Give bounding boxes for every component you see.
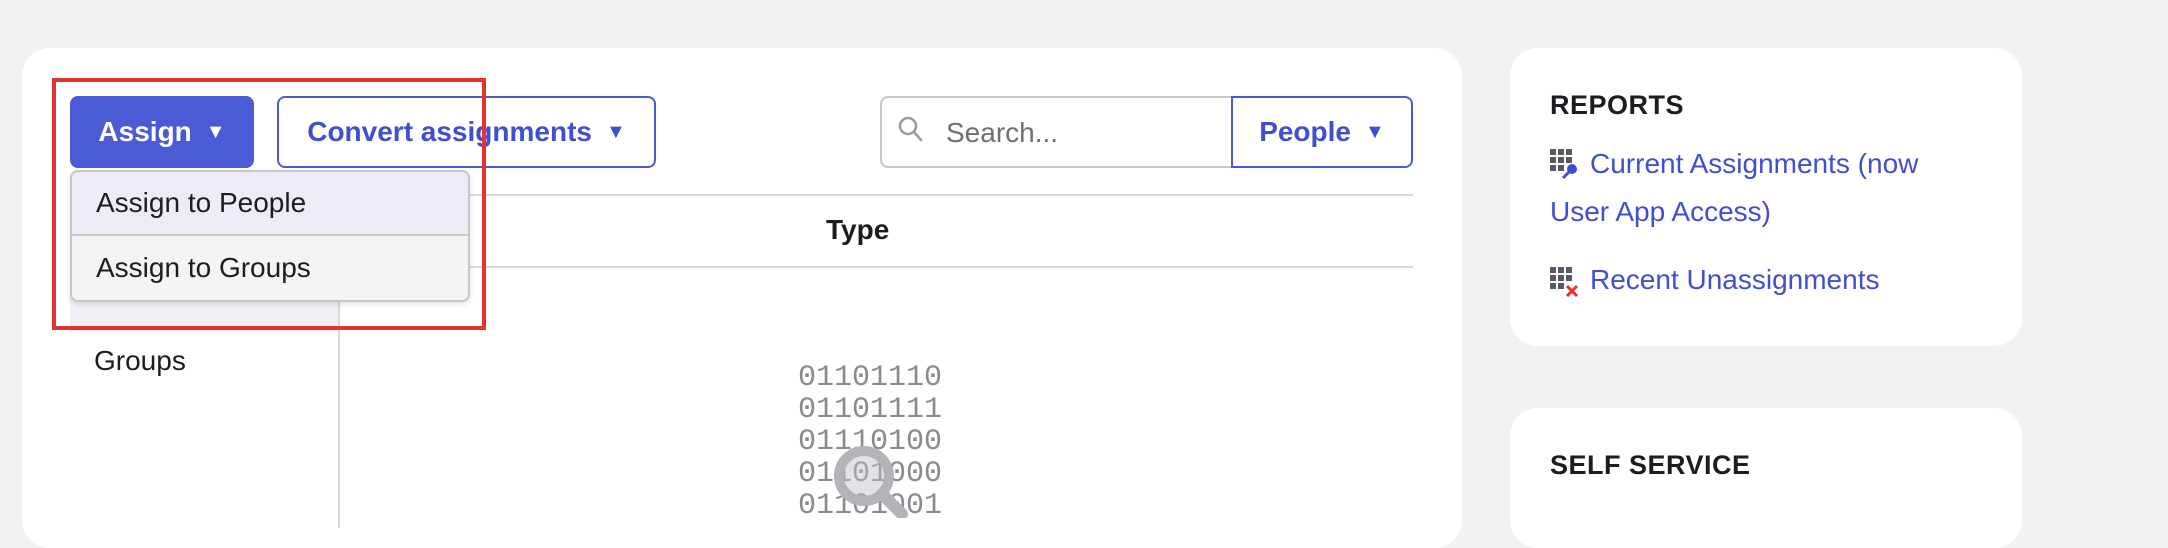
people-filter-label: People bbox=[1259, 116, 1351, 147]
search-box bbox=[880, 96, 1232, 168]
report-link-recent-unassignments[interactable]: Recent Unassignments bbox=[1590, 256, 1879, 304]
reports-panel: REPORTS Current Assignments (now User Ap… bbox=[1510, 48, 2022, 346]
search-input[interactable] bbox=[944, 110, 1218, 156]
nav-item-groups[interactable]: Groups bbox=[94, 345, 186, 377]
column-header-type: Type bbox=[826, 214, 890, 245]
assign-button-label: Assign bbox=[98, 116, 192, 147]
convert-assignments-button[interactable]: Convert assignments ▼ bbox=[277, 96, 656, 168]
assign-button[interactable]: Assign ▼ bbox=[70, 96, 254, 168]
self-service-title: SELF SERVICE bbox=[1550, 450, 1751, 480]
table-header-border bbox=[338, 266, 1413, 268]
menu-item-assign-to-groups[interactable]: Assign to Groups bbox=[72, 236, 468, 300]
convert-assignments-label: Convert assignments bbox=[307, 116, 592, 147]
report-link-current-assignments[interactable]: Current Assignments (now User App Access… bbox=[1550, 140, 1919, 236]
people-filter-button[interactable]: People ▼ bbox=[1231, 96, 1413, 168]
assign-dropdown-menu: Assign to People Assign to Groups bbox=[70, 170, 470, 302]
table-top-border bbox=[338, 194, 1413, 196]
report-link-current-assignments-line2: User App Access) bbox=[1550, 196, 1771, 227]
grid-x-icon bbox=[1550, 267, 1579, 297]
grid-key-icon bbox=[1550, 149, 1577, 179]
self-service-panel: SELF SERVICE bbox=[1510, 408, 2022, 548]
magnifier-icon bbox=[834, 446, 908, 518]
caret-down-icon: ▼ bbox=[205, 120, 226, 143]
caret-down-icon: ▼ bbox=[1365, 120, 1385, 143]
report-link-current-assignments-line1: Current Assignments (now bbox=[1590, 148, 1919, 179]
menu-item-assign-to-people[interactable]: Assign to People bbox=[72, 172, 468, 236]
caret-down-icon: ▼ bbox=[605, 120, 626, 143]
nav-divider bbox=[338, 268, 340, 528]
search-icon bbox=[898, 116, 923, 142]
reports-title: REPORTS bbox=[1550, 90, 1685, 120]
